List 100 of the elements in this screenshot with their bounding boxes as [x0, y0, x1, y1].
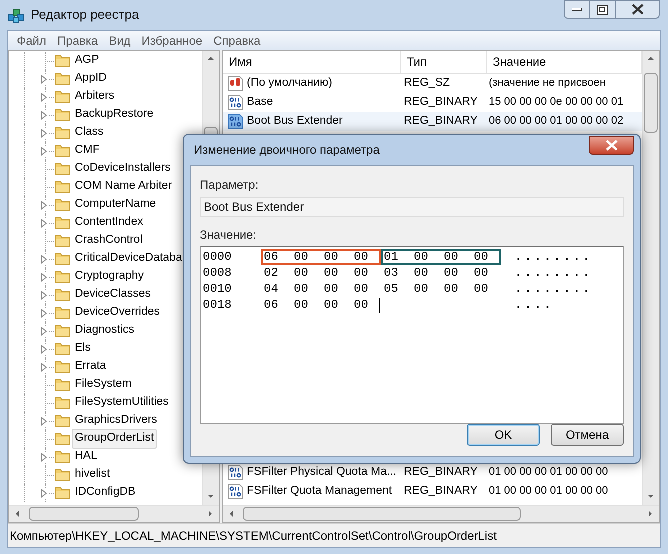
tree-item[interactable]: FileSystem [72, 375, 135, 395]
value-row[interactable]: FSFilter Physical Quota Ma... REG_BINARY 01 00 00 00 01 00 00 00 [223, 463, 642, 482]
vertical-scrollbar[interactable] [642, 51, 659, 505]
tree-item[interactable]: DeviceClasses [72, 285, 154, 305]
value-name: (По умолчанию) [247, 76, 332, 91]
hex-editor[interactable]: 0000 06 00 00 00 01 00 00 00 ........ 0008 02 00 00 00 03 00 00 00 ........ 0010 04 00 00 00 05 00 00 00 ........ 0018 06 00 00 00 .... [200, 246, 624, 424]
expand-arrow-icon[interactable] [41, 146, 48, 156]
folder-icon [55, 323, 71, 339]
tree-item[interactable]: CoDeviceInstallers [72, 159, 174, 179]
dialog-button[interactable]: Отмена [551, 424, 624, 446]
tree-item[interactable]: ComputerName [72, 195, 160, 215]
menu-item[interactable]: Избранное [136, 32, 208, 50]
expand-arrow-icon[interactable] [41, 452, 48, 462]
tree-item[interactable]: Errata [72, 357, 110, 377]
expand-arrow-icon[interactable] [41, 290, 48, 300]
value-name: Boot Bus Extender [247, 114, 343, 129]
minimize-button[interactable] [564, 0, 590, 19]
value-row[interactable]: FSFilter Quota Management REG_BINARY 01 00 00 00 01 00 00 00 [223, 482, 642, 501]
tree-item[interactable]: Cryptography [72, 267, 148, 287]
menu-item[interactable]: Файл [12, 32, 52, 50]
ascii-text: ........ [515, 281, 593, 298]
expand-arrow-icon[interactable] [41, 254, 48, 264]
maximize-button[interactable] [590, 0, 616, 19]
hex-byte: 00 [474, 281, 490, 298]
scrollbar-thumb[interactable] [29, 507, 139, 521]
tree-item[interactable]: Diagnostics [72, 321, 138, 341]
hex-byte: 00 [324, 281, 340, 298]
value-type: REG_BINARY [403, 94, 479, 110]
expand-arrow-icon[interactable] [41, 326, 48, 336]
value-row[interactable]: Base REG_BINARY 15 00 00 00 0e 00 00 00 01 [223, 93, 642, 112]
tree-item[interactable]: DeviceOverrides [72, 303, 163, 323]
folder-icon [55, 125, 71, 141]
value-name: Base [247, 94, 274, 110]
expand-arrow-icon[interactable] [41, 74, 48, 84]
tree-item[interactable]: BackupRestore [72, 105, 157, 125]
menu-item[interactable]: Справка [208, 32, 266, 50]
dialog-button[interactable]: OK [467, 424, 540, 446]
window-title: Редактор реестра [31, 6, 140, 24]
folder-icon [55, 233, 71, 249]
hex-byte: 03 [384, 265, 400, 282]
scrollbar-thumb[interactable] [243, 507, 521, 521]
folder-icon [55, 161, 71, 177]
expand-arrow-icon[interactable] [41, 344, 48, 354]
value-name: FSFilter Quota Management [247, 484, 392, 499]
dialog-close-button[interactable] [589, 136, 634, 155]
tree-item[interactable]: CriticalDeviceDataba [72, 249, 186, 269]
expand-arrow-icon[interactable] [41, 218, 48, 228]
tree-item[interactable]: Class [72, 123, 107, 143]
menu-item[interactable]: Правка [52, 32, 104, 50]
tree-item[interactable]: FileSystemUtilities [72, 393, 172, 413]
expand-arrow-icon[interactable] [41, 272, 48, 282]
expand-arrow-icon[interactable] [41, 362, 48, 372]
tree-item[interactable]: GroupOrderList [72, 429, 158, 449]
tree-item[interactable]: Els [72, 339, 94, 359]
tree-item[interactable]: hivelist [72, 465, 114, 485]
tree-item[interactable]: AppID [72, 69, 110, 89]
folder-icon [55, 431, 71, 447]
tree-item[interactable]: Arbiters [72, 87, 118, 107]
horizontal-scrollbar[interactable] [9, 505, 219, 522]
expand-arrow-icon[interactable] [41, 200, 48, 210]
hex-byte: 00 [444, 249, 460, 266]
value-row[interactable]: Boot Bus Extender REG_BINARY 06 00 00 00 01 00 00 00 02 [223, 112, 642, 131]
hex-byte: 00 [354, 281, 370, 298]
expand-arrow-icon[interactable] [41, 308, 48, 318]
hex-byte: 00 [324, 249, 340, 266]
close-icon [606, 140, 618, 151]
scrollbar-thumb[interactable] [644, 73, 658, 133]
folder-icon [55, 107, 71, 123]
hex-byte: 00 [354, 249, 370, 266]
expand-arrow-icon[interactable] [41, 128, 48, 138]
folder-icon [55, 89, 71, 105]
hex-byte: 01 [384, 249, 400, 266]
folder-icon [55, 413, 71, 429]
folder-icon [55, 341, 71, 357]
tree-item[interactable]: CrashControl [72, 231, 146, 251]
close-button[interactable] [616, 0, 660, 19]
tree-item[interactable]: ContentIndex [72, 213, 146, 233]
tree-item[interactable]: GraphicsDrivers [72, 411, 160, 431]
hex-byte: 00 [294, 249, 310, 266]
column-header[interactable]: Тип [401, 51, 487, 73]
horizontal-scrollbar[interactable] [223, 505, 659, 522]
folder-icon [55, 305, 71, 321]
expand-arrow-icon[interactable] [41, 92, 48, 102]
tree-item[interactable]: COM Name Arbiter [72, 177, 176, 197]
expand-arrow-icon[interactable] [41, 488, 48, 498]
tree-item[interactable]: CMF [72, 141, 103, 161]
value-row[interactable]: (По умолчанию) REG_SZ (значение не присвоен [223, 74, 642, 93]
expand-arrow-icon[interactable] [41, 416, 48, 426]
expand-arrow-icon[interactable] [41, 110, 48, 120]
binary-value-icon [228, 114, 244, 130]
value-type: REG_BINARY [403, 114, 479, 129]
tree-item[interactable]: HAL [72, 447, 100, 467]
parameter-name-field[interactable]: Boot Bus Extender [200, 197, 624, 217]
column-header[interactable]: Имя [223, 51, 401, 73]
tree-item[interactable]: AGP [72, 51, 102, 71]
menu-item[interactable]: Вид [104, 32, 136, 50]
folder-icon [55, 215, 71, 231]
value-data: (значение не присвоен [488, 76, 606, 92]
tree-item[interactable]: IDConfigDB [72, 483, 139, 503]
hex-byte: 00 [474, 265, 490, 282]
